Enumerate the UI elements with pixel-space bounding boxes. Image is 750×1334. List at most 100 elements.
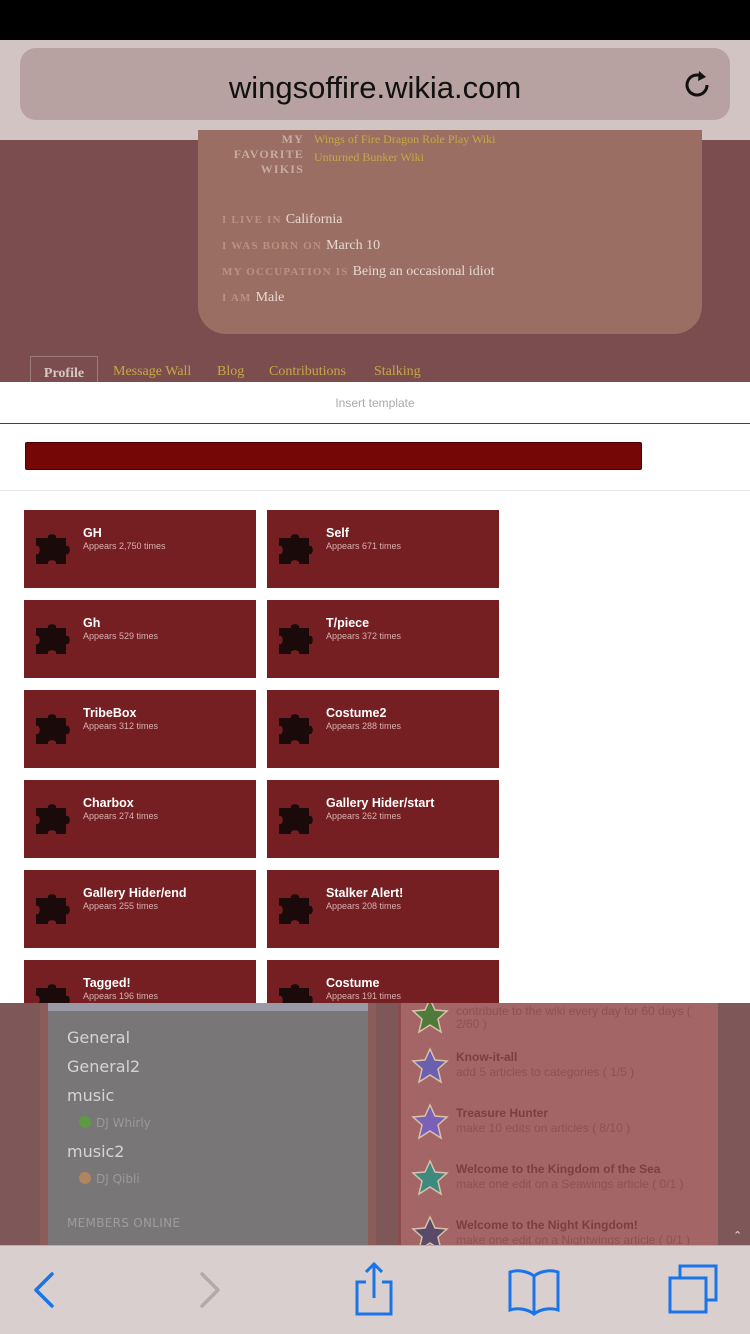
chat-channel[interactable]: General xyxy=(67,1028,130,1047)
favorite-wikis-label-line: WIKIS xyxy=(260,162,304,176)
detail-label: I WAS BORN ON xyxy=(222,240,323,252)
profile-info-card: MY FAVORITE WIKIS Wings of Fire Dragon R… xyxy=(198,130,702,334)
template-name: Gallery Hider/end xyxy=(83,886,187,900)
badge-icon xyxy=(411,1047,449,1084)
favorite-wikis-label-line: MY xyxy=(281,132,304,146)
template-tile[interactable]: Charbox Appears 274 times xyxy=(24,780,256,858)
dialog-title: Insert template xyxy=(335,396,415,410)
puzzle-piece-icon xyxy=(279,624,313,654)
insert-template-dialog: Insert template GH Appears 2,750 times Sel… xyxy=(0,382,750,1003)
template-name: Gh xyxy=(83,616,101,630)
chat-user-name: DJ Whirly xyxy=(96,1116,151,1130)
template-tile[interactable]: Gh Appears 529 times xyxy=(24,600,256,678)
template-usage-count: Appears 372 times xyxy=(326,631,402,641)
dialog-header: Insert template xyxy=(0,382,750,424)
template-tile[interactable]: Self Appears 671 times xyxy=(267,510,499,588)
template-usage-count: Appears 196 times xyxy=(83,991,159,1001)
template-tile[interactable]: TribeBox Appears 312 times xyxy=(24,690,256,768)
achievements-panel: contribute to the wiki every day for 60 … xyxy=(398,1003,718,1245)
template-name: Stalker Alert! xyxy=(326,886,404,900)
chat-user[interactable]: DJ Qibli xyxy=(79,1172,140,1186)
back-icon[interactable] xyxy=(14,1262,74,1318)
template-usage-count: Appears 2,750 times xyxy=(83,541,166,551)
puzzle-piece-icon xyxy=(279,714,313,744)
template-name: Costume xyxy=(326,976,380,990)
profile-detail-row: I WAS BORN ON March 10 xyxy=(222,238,380,254)
tab-stalking[interactable]: Stalking xyxy=(374,364,421,380)
reload-icon[interactable] xyxy=(680,68,714,102)
chat-channel[interactable]: music2 xyxy=(67,1142,124,1161)
detail-value: Male xyxy=(255,290,285,305)
template-usage-count: Appears 208 times xyxy=(326,901,402,911)
address-bar-area: wingsoffire.wikia.com xyxy=(0,40,750,140)
user-avatar-icon xyxy=(79,1172,91,1184)
puzzle-piece-icon xyxy=(279,534,313,564)
user-avatar-icon xyxy=(79,1116,91,1128)
template-tile[interactable]: Stalker Alert! Appears 208 times xyxy=(267,870,499,948)
achievement-title[interactable]: Welcome to the Kingdom of the Sea xyxy=(456,1162,660,1176)
template-usage-count: Appears 312 times xyxy=(83,721,159,731)
url-text[interactable]: wingsoffire.wikia.com xyxy=(20,70,730,106)
puzzle-piece-icon xyxy=(36,804,70,834)
achievement-desc: contribute to the wiki every day for 60 … xyxy=(456,1004,691,1018)
template-tile[interactable]: Costume Appears 191 times xyxy=(267,960,499,1003)
detail-value: California xyxy=(285,212,343,227)
achievement-title[interactable]: Welcome to the Night Kingdom! xyxy=(456,1218,638,1232)
template-usage-count: Appears 671 times xyxy=(326,541,402,551)
tabs-icon[interactable] xyxy=(664,1262,724,1318)
template-name: TribeBox xyxy=(83,706,137,720)
bookmarks-icon[interactable] xyxy=(504,1262,564,1318)
search-section xyxy=(0,425,750,491)
achievement-desc: make 10 edits on articles ( 8/10 ) xyxy=(456,1121,631,1135)
template-name: Costume2 xyxy=(326,706,387,720)
template-tile[interactable]: Costume2 Appears 288 times xyxy=(267,690,499,768)
chat-panel: General General2 music DJ Whirly music2 … xyxy=(40,1003,376,1245)
scroll-to-top-icon[interactable]: ⌃ xyxy=(733,1229,742,1242)
template-usage-count: Appears 255 times xyxy=(83,901,159,911)
badge-icon xyxy=(411,1215,449,1245)
template-usage-count: Appears 288 times xyxy=(326,721,402,731)
tab-contributions[interactable]: Contributions xyxy=(269,364,346,380)
template-name: Self xyxy=(326,526,349,540)
puzzle-piece-icon xyxy=(36,624,70,654)
puzzle-piece-icon xyxy=(279,894,313,924)
template-usage-count: Appears 274 times xyxy=(83,811,159,821)
favorite-wiki-link[interactable]: Wings of Fire Dragon Role Play Wiki xyxy=(314,132,495,147)
tab-profile[interactable]: Profile xyxy=(30,356,98,382)
badge-icon xyxy=(411,1003,449,1034)
chat-user[interactable]: DJ Whirly xyxy=(79,1116,151,1130)
template-name: Charbox xyxy=(83,796,134,810)
template-usage-count: Appears 191 times xyxy=(326,991,402,1001)
tab-blog[interactable]: Blog xyxy=(217,364,244,380)
detail-label: I AM xyxy=(222,292,252,304)
template-usage-count: Appears 529 times xyxy=(83,631,159,641)
profile-background: MY FAVORITE WIKIS Wings of Fire Dragon R… xyxy=(0,130,750,382)
template-search-input[interactable] xyxy=(25,442,642,470)
achievement-title[interactable]: Know-it-all xyxy=(456,1050,517,1064)
template-tile[interactable]: GH Appears 2,750 times xyxy=(24,510,256,588)
template-tile[interactable]: Tagged! Appears 196 times xyxy=(24,960,256,1003)
share-icon[interactable] xyxy=(344,1262,404,1318)
detail-value: March 10 xyxy=(326,238,381,253)
favorite-wiki-link[interactable]: Unturned Bunker Wiki xyxy=(314,150,424,165)
puzzle-piece-icon xyxy=(36,984,70,1003)
template-tile[interactable]: T/piece Appears 372 times xyxy=(267,600,499,678)
favorite-wikis-label-line: FAVORITE xyxy=(233,147,304,161)
tab-message-wall[interactable]: Message Wall xyxy=(113,364,191,380)
browser-toolbar xyxy=(0,1245,750,1334)
chat-channel[interactable]: General2 xyxy=(67,1057,140,1076)
puzzle-piece-icon xyxy=(36,894,70,924)
profile-detail-row: MY OCCUPATION IS Being an occasional idio… xyxy=(222,264,494,280)
template-tile[interactable]: Gallery Hider/end Appears 255 times xyxy=(24,870,256,948)
badge-icon xyxy=(411,1159,449,1196)
achievement-desc: add 5 articles to categories ( 1/5 ) xyxy=(456,1065,635,1079)
detail-label: MY OCCUPATION IS xyxy=(222,266,349,278)
detail-value: Being an occasional idiot xyxy=(352,264,495,279)
address-bar[interactable]: wingsoffire.wikia.com xyxy=(20,48,730,120)
badge-icon xyxy=(411,1103,449,1140)
achievement-desc: make one edit on a Seawings article ( 0/… xyxy=(456,1177,684,1191)
chat-channel[interactable]: music xyxy=(67,1086,114,1105)
achievement-title[interactable]: Treasure Hunter xyxy=(456,1106,548,1120)
forward-icon[interactable] xyxy=(180,1262,240,1318)
template-tile[interactable]: Gallery Hider/start Appears 262 times xyxy=(267,780,499,858)
